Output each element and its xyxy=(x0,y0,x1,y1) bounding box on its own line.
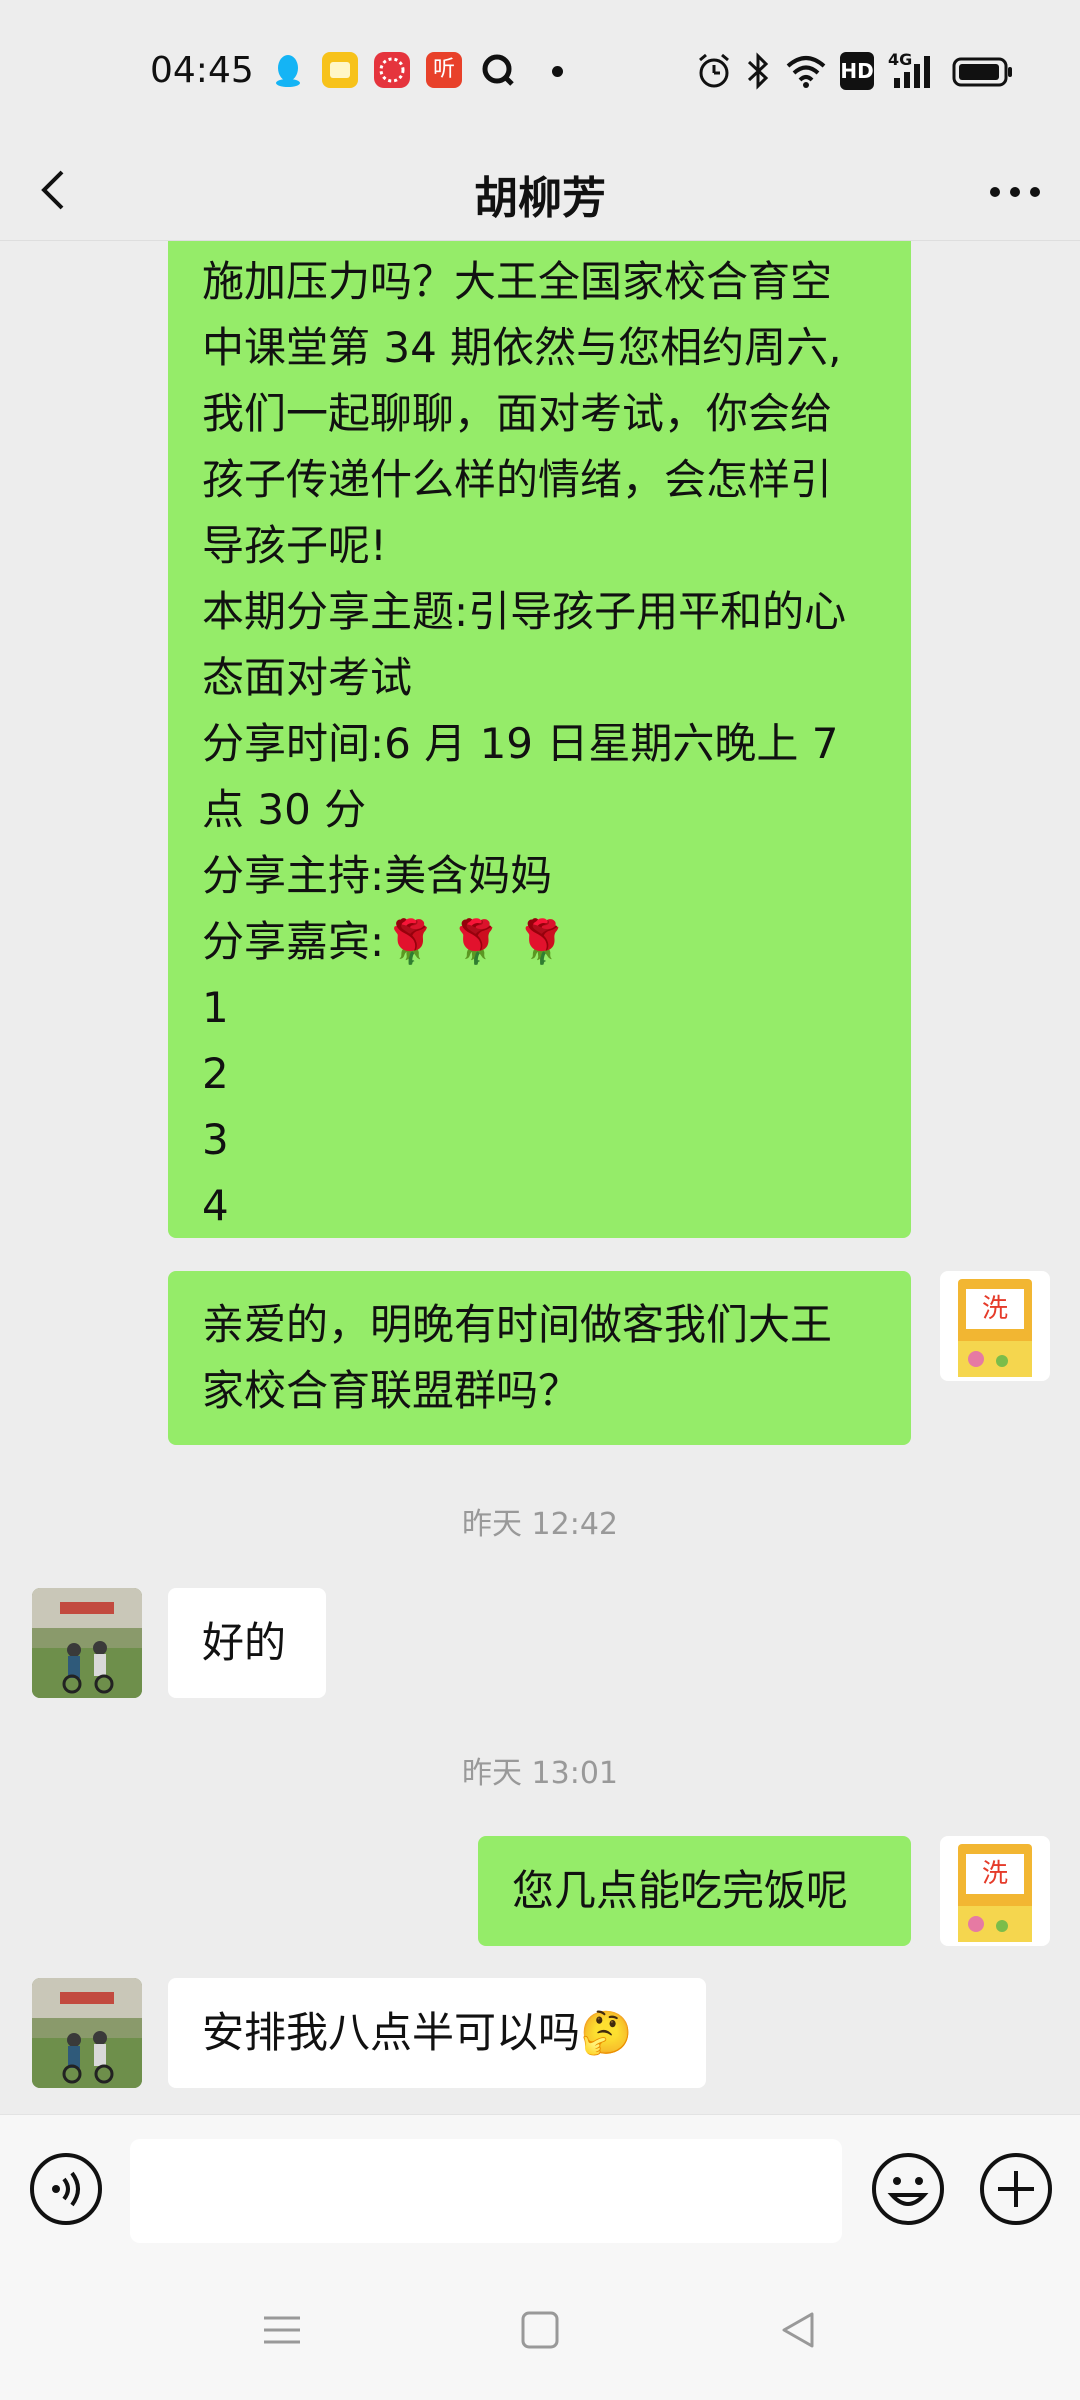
message-line: 分享嘉宾:🌹 🌹 🌹 xyxy=(202,917,568,966)
message-line: 4 xyxy=(202,1181,229,1230)
message-text: 您几点能吃完饭呢 xyxy=(512,1866,849,1915)
message-line: 本期分享主题:引导孩子用平和的心 xyxy=(202,587,847,636)
dot-icon xyxy=(552,66,563,77)
message-bubble-received[interactable]: 安排我八点半可以吗🤔 xyxy=(168,1978,706,2088)
avatar-self[interactable]: 洗 xyxy=(940,1836,1050,1946)
hd-icon: HD xyxy=(840,52,874,90)
message-line: 2 xyxy=(202,1049,229,1098)
message-text: 安排我八点半可以吗🤔 xyxy=(202,2008,633,2057)
message-line: 3 xyxy=(202,1115,229,1164)
message-line: 施加压力吗？大王全国家校合育空 xyxy=(202,257,833,306)
message-line: 点 30 分 xyxy=(202,785,367,834)
notes-icon xyxy=(322,52,358,88)
page-title: 胡柳芳 xyxy=(474,173,606,224)
svg-text:洗: 洗 xyxy=(982,1294,1008,1324)
message-line: 1 xyxy=(202,983,229,1032)
message-bubble-sent[interactable]: 您几点能吃完饭呢 xyxy=(478,1836,911,1946)
message-bubble-sent[interactable]: 亲爱的，明晚有时间做客我们大王 家校合育联盟群吗？ xyxy=(168,1271,911,1445)
status-bar: 04:45 听 HD 4G xyxy=(0,0,1080,140)
plus-icon[interactable] xyxy=(978,2151,1054,2227)
listen-icon: 听 xyxy=(426,52,462,88)
timestamp: 昨天 13:01 xyxy=(462,1756,618,1791)
message-line: 导孩子呢! xyxy=(202,521,387,570)
bluetooth-icon xyxy=(744,52,772,90)
message-bubble-received[interactable]: 好的 xyxy=(168,1588,326,1698)
wifi-icon xyxy=(785,52,827,90)
emoji-icon[interactable] xyxy=(870,2151,946,2227)
message-line: 分享主持:美含妈妈 xyxy=(202,851,553,900)
message-line: 家校合育联盟群吗？ xyxy=(202,1366,581,1415)
avatar-contact[interactable] xyxy=(32,1588,142,1698)
chat-header: 胡柳芳 xyxy=(0,140,1080,241)
qq-icon xyxy=(270,52,306,88)
avatar-self[interactable]: 洗 xyxy=(940,1271,1050,1381)
message-line: 亲爱的，明晚有时间做客我们大王 xyxy=(202,1300,833,1349)
more-dots-icon[interactable] xyxy=(980,160,1050,220)
message-line: 中课堂第 34 期依然与您相约周六, xyxy=(202,323,842,372)
gift-icon xyxy=(374,52,410,88)
message-line: 我们一起聊聊，面对考试，你会给 xyxy=(202,389,833,438)
chat-list[interactable]: 施加压力吗？大王全国家校合育空 中课堂第 34 期依然与您相约周六, 我们一起聊… xyxy=(0,241,1080,2114)
alarm-icon xyxy=(695,52,733,90)
avatar-contact[interactable] xyxy=(32,1978,142,2088)
svg-text:洗: 洗 xyxy=(982,1859,1008,1889)
message-line: 孩子传递什么样的情绪，会怎样引 xyxy=(202,455,833,504)
network-type: 4G xyxy=(888,50,913,69)
4g-signal-icon: 4G xyxy=(888,52,938,90)
battery-icon xyxy=(952,52,1014,90)
menu-icon[interactable] xyxy=(252,2300,312,2360)
system-nav-bar xyxy=(0,2260,1080,2400)
message-line: 态面对考试 xyxy=(202,653,413,702)
home-icon[interactable] xyxy=(510,2300,570,2360)
message-input[interactable] xyxy=(130,2139,842,2243)
timestamp: 昨天 12:42 xyxy=(462,1507,618,1542)
q-icon xyxy=(480,52,516,88)
status-time: 04:45 xyxy=(150,50,254,91)
message-bubble-sent[interactable]: 施加压力吗？大王全国家校合育空 中课堂第 34 期依然与您相约周六, 我们一起聊… xyxy=(168,241,911,1238)
message-text: 好的 xyxy=(202,1618,287,1667)
voice-icon[interactable] xyxy=(28,2151,104,2227)
message-line: 分享时间:6 月 19 日星期六晚上 7 xyxy=(202,719,839,768)
input-bar xyxy=(0,2114,1080,2261)
back-triangle-icon[interactable] xyxy=(768,2300,828,2360)
